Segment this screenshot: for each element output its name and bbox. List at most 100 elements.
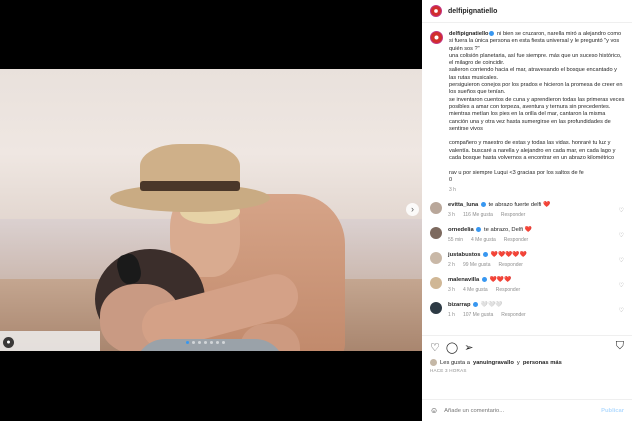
send-icon[interactable]: ➢ bbox=[464, 342, 473, 354]
carousel-dot bbox=[192, 341, 195, 344]
caption-line: persiguieron conejos por los prados e hi… bbox=[449, 82, 623, 96]
caption-line: compañero y maestro de estas y todas las… bbox=[449, 140, 616, 162]
verified-badge-icon bbox=[473, 302, 479, 308]
comment-time: 1 h bbox=[448, 312, 455, 319]
comment-likes[interactable]: 4 Me gusta bbox=[471, 237, 496, 243]
liker-avatar[interactable] bbox=[430, 359, 437, 366]
comment-meta: 3 h 116 Me gusta Responder bbox=[448, 212, 613, 218]
author-username[interactable]: delfipignatiello bbox=[448, 8, 497, 15]
comment-item: bizarrap 🤍🤍🤍 1 h 107 Me gusta Responder ♡ bbox=[430, 302, 624, 318]
likes-others-link[interactable]: personas más bbox=[523, 360, 562, 366]
carousel-dot-active bbox=[186, 341, 189, 344]
comment-time: 2 h bbox=[448, 262, 455, 269]
carousel-dot bbox=[210, 341, 213, 344]
user-tag-icon[interactable]: ● bbox=[3, 337, 14, 348]
caption-line: se inventaron cuentos de cuna y aprendie… bbox=[449, 96, 625, 110]
comment-time: 3 h bbox=[448, 212, 455, 219]
instagram-post-view: › ● delfipignatiello delfipignatiello ni bbox=[0, 0, 632, 421]
comment-text: te abrazo, Delfi ❤️ bbox=[484, 227, 532, 234]
caption-line: 0 bbox=[449, 176, 453, 183]
comment-time: 3 h bbox=[448, 287, 455, 294]
comment-avatar[interactable] bbox=[430, 302, 442, 315]
comment-avatar[interactable] bbox=[430, 227, 442, 240]
comment-like-heart-icon[interactable]: ♡ bbox=[619, 257, 624, 264]
comments-list[interactable]: delfipignatiello ni bien se cruzaron, na… bbox=[422, 23, 632, 335]
comment-icon[interactable]: ◯ bbox=[446, 342, 458, 354]
comment-meta: 1 h 107 Me gusta Responder bbox=[448, 312, 613, 318]
caption: delfipignatiello ni bien se cruzaron, na… bbox=[430, 31, 624, 193]
comment-body: ornedelia te abrazo, Delfi ❤️ bbox=[448, 227, 613, 233]
post-header: delfipignatiello bbox=[422, 0, 632, 23]
comment-avatar[interactable] bbox=[430, 277, 442, 290]
caption-line: salieron corriendo hacia el mar, atraves… bbox=[449, 67, 617, 81]
post-side-panel: delfipignatiello delfipignatiello ni bie… bbox=[422, 0, 632, 421]
comment-input[interactable] bbox=[444, 407, 596, 414]
reply-button[interactable]: Responder bbox=[501, 212, 525, 218]
reply-button[interactable]: Responder bbox=[501, 312, 525, 318]
comment-username[interactable]: evitta_luna bbox=[448, 202, 478, 208]
comment-avatar[interactable] bbox=[430, 202, 442, 215]
caption-avatar[interactable] bbox=[430, 31, 443, 44]
comment-username[interactable]: malenavilla bbox=[448, 277, 479, 283]
verified-badge-icon bbox=[480, 202, 486, 208]
comment-like-heart-icon[interactable]: ♡ bbox=[619, 282, 624, 289]
media-area: › ● bbox=[0, 0, 422, 421]
comment-item: ornedelia te abrazo, Delfi ❤️ 55 min 4 Me… bbox=[430, 227, 624, 243]
comment-body: evitta_luna te abrazo fuerte delfi ❤️ bbox=[448, 202, 613, 208]
comment-like-heart-icon[interactable]: ♡ bbox=[619, 207, 624, 214]
comment-meta: 3 h 4 Me gusta Responder bbox=[448, 287, 613, 293]
comment-avatar[interactable] bbox=[430, 252, 442, 265]
verified-badge-icon bbox=[489, 31, 495, 37]
comment-body: bizarrap 🤍🤍🤍 bbox=[448, 302, 613, 308]
likes-conjunction: y bbox=[516, 359, 520, 366]
comment-username[interactable]: bizarrap bbox=[448, 302, 471, 308]
caption-line: mientras metían los pies en la orilla de… bbox=[449, 111, 611, 132]
comment-body: justabustos ❤️❤️❤️❤️❤️ bbox=[448, 252, 613, 258]
post-photo[interactable] bbox=[0, 69, 422, 351]
comment-time: 55 min bbox=[448, 237, 464, 244]
comment-likes[interactable]: 116 Me gusta bbox=[463, 212, 493, 218]
comment-meta: 2 h 99 Me gusta Responder bbox=[448, 262, 613, 268]
carousel-dots bbox=[186, 341, 225, 344]
chevron-right-icon[interactable]: › bbox=[406, 203, 419, 216]
verified-badge-icon bbox=[483, 252, 489, 258]
action-icons: ♡ ◯ ➢ ⛉ bbox=[430, 341, 624, 355]
comment-likes[interactable]: 99 Me gusta bbox=[463, 262, 491, 268]
smiley-icon[interactable]: ☺ bbox=[430, 406, 438, 415]
comment-likes[interactable]: 4 Me gusta bbox=[463, 287, 488, 293]
carousel-dot bbox=[216, 341, 219, 344]
comment-item: justabustos ❤️❤️❤️❤️❤️ 2 h 99 Me gusta Res… bbox=[430, 252, 624, 268]
caption-line: rav u por siempre Luqui <3 gracias por l… bbox=[449, 169, 584, 176]
comment-meta: 55 min 4 Me gusta Responder bbox=[448, 237, 613, 243]
add-comment-bar: ☺ Publicar bbox=[422, 399, 632, 421]
comment-like-heart-icon[interactable]: ♡ bbox=[619, 307, 624, 314]
author-avatar[interactable] bbox=[430, 5, 442, 17]
comment-body: malenavilla ❤️❤️❤️ bbox=[448, 277, 613, 283]
caption-username[interactable]: delfipignatiello bbox=[449, 31, 488, 37]
likes-summary: Les gusta a yanuingravallo y personas má… bbox=[430, 359, 624, 366]
heart-icon[interactable]: ♡ bbox=[430, 342, 440, 354]
hat-band bbox=[140, 181, 240, 191]
publish-button[interactable]: Publicar bbox=[601, 408, 624, 414]
reply-button[interactable]: Responder bbox=[504, 237, 528, 243]
post-time-ago: Hace 3 horas bbox=[430, 368, 467, 373]
liker-username[interactable]: yanuingravallo bbox=[473, 360, 514, 366]
comment-likes[interactable]: 107 Me gusta bbox=[463, 312, 493, 318]
comment-item: malenavilla ❤️❤️❤️ 3 h 4 Me gusta Responde… bbox=[430, 277, 624, 293]
caption-line: una colisión planetaria, así fue siempre… bbox=[449, 52, 622, 67]
comment-username[interactable]: ornedelia bbox=[448, 227, 474, 233]
comment-text: te abrazo fuerte delfi ❤️ bbox=[488, 202, 551, 209]
carousel-dot bbox=[198, 341, 201, 344]
comment-text: ❤️❤️❤️ bbox=[489, 277, 512, 284]
comment-like-heart-icon[interactable]: ♡ bbox=[619, 232, 624, 239]
comment-username[interactable]: justabustos bbox=[448, 252, 481, 258]
reply-button[interactable]: Responder bbox=[496, 287, 520, 293]
bookmark-icon[interactable]: ⛉ bbox=[616, 341, 624, 352]
reply-button[interactable]: Responder bbox=[498, 262, 522, 268]
verified-badge-icon bbox=[481, 277, 487, 283]
likes-prefix: Les gusta a bbox=[440, 359, 470, 366]
carousel-dot bbox=[222, 341, 225, 344]
comment-text: ❤️❤️❤️❤️❤️ bbox=[490, 252, 527, 259]
towel bbox=[0, 331, 100, 351]
verified-badge-icon bbox=[476, 227, 482, 233]
